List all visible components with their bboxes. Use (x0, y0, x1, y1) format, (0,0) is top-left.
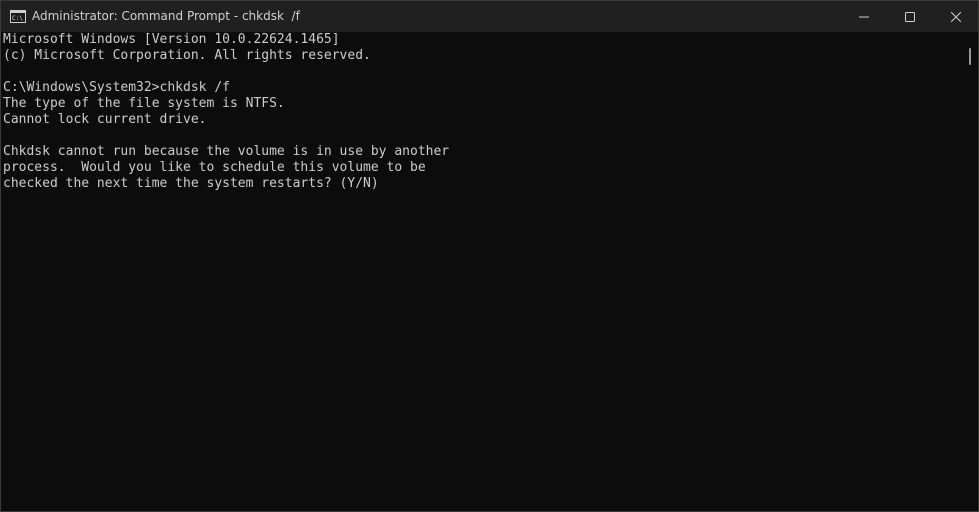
maximize-icon (905, 11, 915, 22)
svg-text:C:\: C:\ (12, 15, 23, 22)
close-icon (951, 11, 961, 22)
console-line: (c) Microsoft Corporation. All rights re… (3, 48, 371, 63)
console-line: Chkdsk cannot run because the volume is … (3, 144, 450, 159)
maximize-button[interactable] (887, 1, 933, 32)
vertical-scrollbar[interactable] (963, 32, 977, 511)
minimize-icon (859, 16, 869, 17)
console-line: C:\Windows\System32>chkdsk /f (3, 80, 230, 95)
title-bar[interactable]: C:\ Administrator: Command Prompt - chkd… (1, 1, 978, 32)
command-prompt-icon: C:\ (10, 10, 26, 23)
console-line: checked the next time the system restart… (3, 176, 379, 191)
console-line: process. Would you like to schedule this… (3, 160, 426, 175)
console-line: Microsoft Windows [Version 10.0.22624.14… (3, 32, 340, 47)
scrollbar-thumb[interactable] (969, 48, 971, 65)
command-prompt-window: C:\ Administrator: Command Prompt - chkd… (0, 0, 979, 512)
console-line: The type of the file system is NTFS. (3, 96, 285, 111)
console-output[interactable]: Microsoft Windows [Version 10.0.22624.14… (1, 32, 964, 511)
console-line: Cannot lock current drive. (3, 112, 207, 127)
window-title: Administrator: Command Prompt - chkdsk /… (32, 9, 300, 23)
close-button[interactable] (933, 1, 978, 32)
minimize-button[interactable] (841, 1, 887, 32)
